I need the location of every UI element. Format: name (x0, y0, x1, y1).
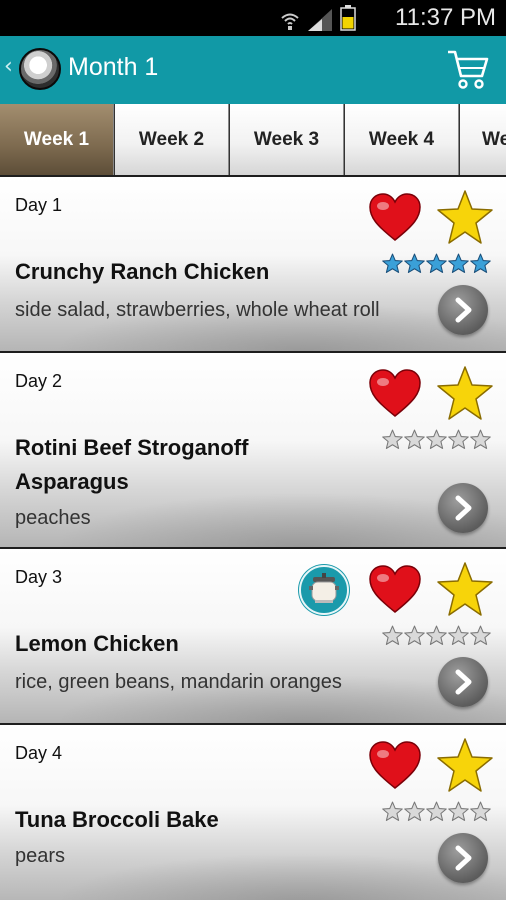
signal-icon (308, 9, 332, 31)
rating-star-icon[interactable] (382, 801, 403, 822)
rating-stars[interactable] (382, 429, 491, 450)
meal-name: Lemon Chicken (15, 631, 179, 656)
rating-stars[interactable] (382, 625, 491, 646)
rating-star-icon[interactable] (470, 625, 491, 646)
rating-stars[interactable] (382, 253, 491, 274)
rating-star-icon[interactable] (448, 625, 469, 646)
rating-star-icon[interactable] (426, 253, 447, 274)
day-row[interactable]: Day 4 Tuna Broccoli Bake pears (0, 725, 506, 900)
rating-star-icon[interactable] (404, 429, 425, 450)
action-bar: ‹ Month 1 (0, 36, 506, 104)
heart-icon[interactable] (368, 741, 422, 791)
rating-star-icon[interactable] (404, 253, 425, 274)
status-icons (280, 5, 356, 31)
status-bar: 11:37 PM (0, 0, 506, 36)
meal-name: Rotini Beef Stroganoff Asparagus (15, 435, 249, 494)
chevron-right-icon (455, 669, 472, 695)
rating-star-icon[interactable] (382, 625, 403, 646)
open-day-button[interactable] (438, 833, 488, 883)
tab-week-3[interactable]: Week 3 (230, 104, 344, 175)
meal-sides: side salad, strawberries, whole wheat ro… (15, 299, 380, 321)
open-day-button[interactable] (438, 483, 488, 533)
rating-star-icon[interactable] (404, 625, 425, 646)
rating-star-icon[interactable] (470, 429, 491, 450)
chevron-right-icon (455, 845, 472, 871)
status-time: 11:37 PM (395, 4, 496, 31)
day-row[interactable]: Day 3 Lemon Chicken rice, green beans, m… (0, 549, 506, 723)
day-label: Day 4 (15, 743, 63, 763)
heart-icon[interactable] (368, 193, 422, 243)
rating-star-icon[interactable] (448, 801, 469, 822)
tab-week-1[interactable]: Week 1 (0, 104, 114, 175)
meal-sides: pears (15, 845, 66, 867)
meal-name: Crunchy Ranch Chicken (15, 259, 270, 284)
page-title: Month 1 (68, 53, 159, 81)
rating-star-icon[interactable] (448, 429, 469, 450)
rating-stars[interactable] (382, 801, 491, 822)
day-label: Day 1 (15, 195, 63, 215)
day-list: Day 1 Crunchy Ranch Chicken side salad, … (0, 177, 506, 900)
rating-star-icon[interactable] (470, 801, 491, 822)
tab-week-4[interactable]: Week 4 (345, 104, 459, 175)
day-label: Day 3 (15, 567, 63, 587)
week-tabs: Week 1 Week 2 Week 3 Week 4 We (0, 104, 506, 175)
open-day-button[interactable] (438, 657, 488, 707)
battery-icon (340, 5, 356, 31)
heart-icon[interactable] (368, 369, 422, 419)
rating-star-icon[interactable] (448, 253, 469, 274)
favorite-star-icon[interactable] (436, 365, 494, 421)
heart-icon[interactable] (368, 565, 422, 615)
tab-week-5[interactable]: We (460, 104, 506, 175)
wifi-icon (281, 13, 299, 30)
favorite-star-icon[interactable] (436, 189, 494, 245)
meal-name: Tuna Broccoli Bake (15, 807, 219, 832)
rating-star-icon[interactable] (382, 253, 403, 274)
meal-sides: peaches (15, 507, 91, 529)
open-day-button[interactable] (438, 285, 488, 335)
tab-week-2[interactable]: Week 2 (115, 104, 229, 175)
day-row[interactable]: Day 2 Rotini Beef Stroganoff Asparagus p… (0, 353, 506, 547)
chevron-right-icon (455, 297, 472, 323)
meal-sides: rice, green beans, mandarin oranges (15, 671, 342, 693)
favorite-star-icon[interactable] (436, 561, 494, 617)
rating-star-icon[interactable] (426, 625, 447, 646)
slow-cooker-icon (309, 573, 339, 603)
favorite-star-icon[interactable] (436, 737, 494, 793)
rating-star-icon[interactable] (404, 801, 425, 822)
shopping-cart-icon[interactable] (446, 46, 490, 92)
back-chevron-icon[interactable]: ‹ (4, 54, 13, 79)
rating-star-icon[interactable] (426, 429, 447, 450)
rating-star-icon[interactable] (382, 429, 403, 450)
app-logo[interactable] (19, 48, 61, 90)
day-label: Day 2 (15, 371, 63, 391)
chevron-right-icon (455, 495, 472, 521)
slow-cooker-badge (299, 565, 349, 615)
rating-star-icon[interactable] (470, 253, 491, 274)
day-row[interactable]: Day 1 Crunchy Ranch Chicken side salad, … (0, 177, 506, 351)
rating-star-icon[interactable] (426, 801, 447, 822)
